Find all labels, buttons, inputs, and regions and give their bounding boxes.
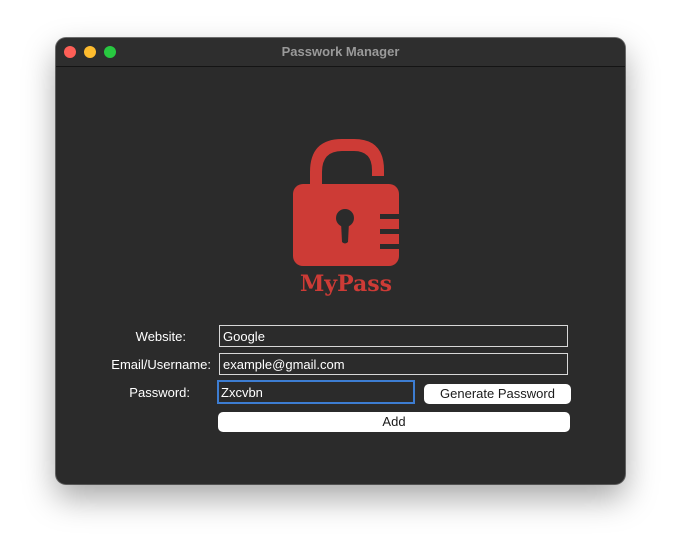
website-label: Website: [135, 329, 186, 344]
password-input[interactable] [217, 380, 415, 404]
logo-text: MyPass [300, 271, 392, 296]
padlock-unlocked-icon [293, 139, 402, 266]
email-username-input[interactable] [219, 353, 568, 375]
title-bar[interactable]: Passwork Manager [56, 38, 625, 67]
password-label: Password: [129, 385, 190, 400]
email-username-label: Email/Username: [111, 357, 211, 372]
website-input[interactable] [219, 325, 568, 347]
app-window: Passwork Manager MyPass Website: Email/U… [56, 38, 625, 484]
window-title: Passwork Manager [281, 44, 400, 59]
add-button[interactable]: Add [218, 412, 570, 432]
generate-password-button[interactable]: Generate Password [424, 384, 571, 404]
mypass-logo: MyPass [293, 139, 402, 296]
